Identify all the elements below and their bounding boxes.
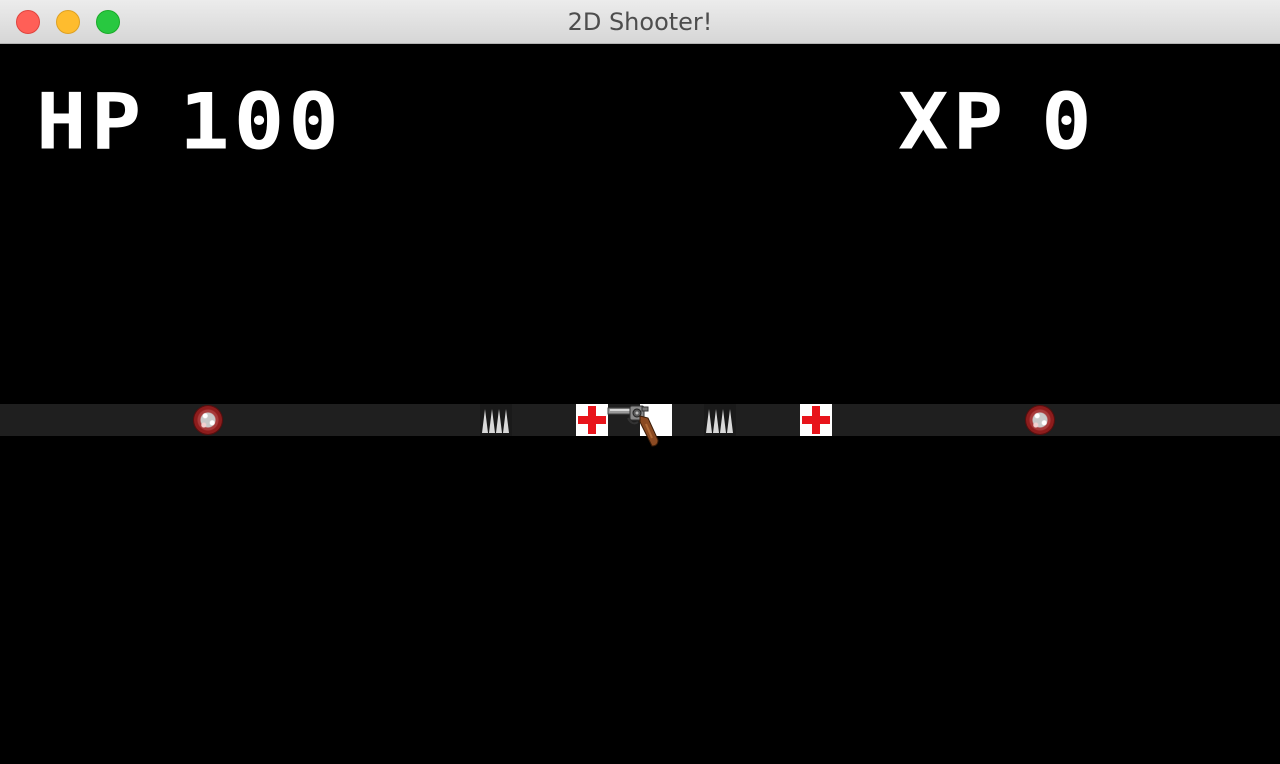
virus-enemy-icon xyxy=(192,404,224,436)
virus-enemy-icon xyxy=(1024,404,1056,436)
game-canvas[interactable]: HP 100 XP 0 xyxy=(0,45,1280,764)
xp-label: XP xyxy=(898,76,1008,167)
hp-display: HP 100 xyxy=(36,83,343,160)
xp-display: XP 0 xyxy=(898,83,1096,160)
title-bar: 2D Shooter! xyxy=(0,0,1280,44)
window-title: 2D Shooter! xyxy=(567,8,713,36)
hp-value: 100 xyxy=(179,76,343,167)
revolver-icon xyxy=(607,405,659,447)
medkit-pickup-icon xyxy=(576,404,608,436)
xp-value: 0 xyxy=(1041,76,1096,167)
game-track xyxy=(0,404,1280,447)
hp-label: HP xyxy=(36,76,146,167)
spikes-hazard-icon xyxy=(480,404,512,436)
app-window: 2D Shooter! HP 100 XP 0 xyxy=(0,0,1280,764)
medkit-pickup-icon xyxy=(800,404,832,436)
spikes-hazard-icon xyxy=(704,404,736,436)
